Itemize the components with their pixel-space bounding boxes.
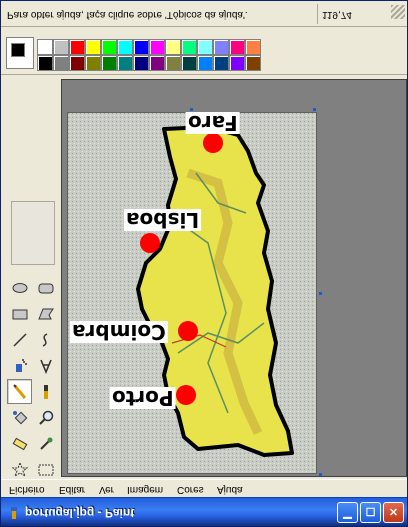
eraser-tool[interactable]: [7, 431, 32, 456]
status-help-text: Para obter ajuda, faça clique sobre 'Tóp…: [7, 9, 248, 20]
palette-swatch[interactable]: [69, 39, 85, 55]
map-label-lisboa: Lisboa: [124, 208, 202, 232]
menu-imagem[interactable]: Imagem: [127, 481, 163, 497]
palette-swatch[interactable]: [213, 55, 229, 71]
star-select-icon: [11, 461, 28, 477]
title-bar[interactable]: portugal.jpg - Paint ▁ ☐ ✕: [1, 497, 407, 526]
ellipse-tool[interactable]: [7, 275, 32, 300]
rounded-rect-tool[interactable]: [33, 275, 58, 300]
polygon-icon: [37, 308, 54, 319]
paint-app-icon[interactable]: [7, 506, 21, 520]
paint-window: Para obter ajuda, faça clique sobre 'Tóp…: [0, 0, 408, 527]
text-tool[interactable]: [33, 353, 58, 378]
color-palette: [1, 31, 407, 75]
portugal-map-image: [68, 113, 316, 473]
magnifier-tool[interactable]: [33, 405, 58, 430]
window-title: portugal.jpg - Paint: [25, 506, 135, 520]
map-label-porto: Porto: [110, 386, 176, 410]
tool-grid: [7, 275, 58, 482]
palette-swatch[interactable]: [37, 39, 53, 55]
palette-swatch[interactable]: [53, 39, 69, 55]
palette-swatch[interactable]: [101, 39, 117, 55]
eraser-icon: [12, 437, 27, 450]
maximize-button[interactable]: ☐: [360, 502, 381, 523]
palette-swatch[interactable]: [181, 39, 197, 55]
maximize-icon: ☐: [365, 507, 376, 519]
resize-handle-bottom-right[interactable]: [319, 473, 322, 476]
magnifier-icon: [38, 410, 53, 425]
canvas-workspace[interactable]: Faro Lisboa Coimbra Porto: [61, 79, 407, 477]
curve-icon: [42, 332, 47, 347]
rounded-rect-icon: [38, 283, 53, 293]
brush-tool[interactable]: [33, 379, 58, 404]
menu-ficheiro[interactable]: Ficheiro: [9, 481, 45, 497]
line-icon: [12, 332, 27, 347]
fill-bucket-icon: [12, 410, 27, 424]
palette-swatch[interactable]: [149, 55, 165, 71]
palette-swatch[interactable]: [229, 55, 245, 71]
palette-swatch[interactable]: [117, 39, 133, 55]
map-label-faro: Faro: [186, 111, 240, 135]
current-colors[interactable]: [6, 37, 34, 69]
line-tool[interactable]: [7, 327, 32, 352]
rectangle-icon: [12, 309, 27, 319]
palette-swatch[interactable]: [165, 55, 181, 71]
map-label-coimbra: Coimbra: [70, 320, 168, 344]
palette-swatch[interactable]: [165, 39, 181, 55]
color-picker-icon: [39, 437, 52, 450]
menu-editar[interactable]: Editar: [59, 481, 85, 497]
toolbox: [3, 79, 59, 477]
text-a-icon: [39, 359, 52, 374]
resize-handle-top[interactable]: [190, 108, 193, 111]
pencil-tool[interactable]: [7, 379, 32, 404]
palette-swatch[interactable]: [229, 39, 245, 55]
palette-swatches: [37, 39, 261, 71]
resize-handle-right[interactable]: [319, 292, 322, 295]
image-canvas[interactable]: Faro Lisboa Coimbra Porto: [67, 111, 317, 474]
menu-cores[interactable]: Cores: [177, 481, 204, 497]
polygon-tool[interactable]: [33, 301, 58, 326]
palette-swatch[interactable]: [69, 55, 85, 71]
palette-swatch[interactable]: [85, 39, 101, 55]
minimize-button[interactable]: ▁: [337, 502, 358, 523]
palette-swatch[interactable]: [85, 55, 101, 71]
curve-tool[interactable]: [33, 327, 58, 352]
rect-select-icon: [38, 464, 53, 475]
ellipse-icon: [12, 282, 27, 293]
menu-ajuda[interactable]: Ajuda: [217, 481, 243, 497]
status-coordinates: 119,74: [317, 4, 387, 24]
menu-ver[interactable]: Ver: [99, 481, 114, 497]
palette-swatch[interactable]: [245, 55, 261, 71]
palette-swatch[interactable]: [149, 39, 165, 55]
palette-swatch[interactable]: [197, 55, 213, 71]
palette-swatch[interactable]: [117, 55, 133, 71]
pencil-icon: [12, 383, 26, 399]
palette-swatch[interactable]: [181, 55, 197, 71]
tool-options-box[interactable]: [11, 201, 55, 265]
palette-swatch[interactable]: [133, 55, 149, 71]
brush-icon: [43, 384, 48, 399]
palette-swatch[interactable]: [133, 39, 149, 55]
palette-swatch[interactable]: [245, 39, 261, 55]
airbrush-icon: [15, 358, 27, 372]
resize-handle-top-right[interactable]: [313, 108, 316, 111]
palette-swatch[interactable]: [37, 55, 53, 71]
fill-tool[interactable]: [7, 405, 32, 430]
status-bar: Para obter ajuda, faça clique sobre 'Tóp…: [1, 1, 407, 27]
rectangle-tool[interactable]: [7, 301, 32, 326]
palette-swatch[interactable]: [197, 39, 213, 55]
foreground-color-swatch[interactable]: [11, 43, 25, 57]
airbrush-tool[interactable]: [7, 353, 32, 378]
minimize-icon: ▁: [343, 507, 352, 519]
close-icon: ✕: [388, 507, 399, 519]
palette-swatch[interactable]: [101, 55, 117, 71]
color-picker-tool[interactable]: [33, 431, 58, 456]
resize-grip-icon[interactable]: [391, 5, 405, 19]
palette-swatch[interactable]: [213, 39, 229, 55]
palette-swatch[interactable]: [53, 55, 69, 71]
close-button[interactable]: ✕: [383, 502, 404, 523]
menu-bar: Ficheiro Editar Ver Imagem Cores Ajuda: [1, 479, 407, 497]
